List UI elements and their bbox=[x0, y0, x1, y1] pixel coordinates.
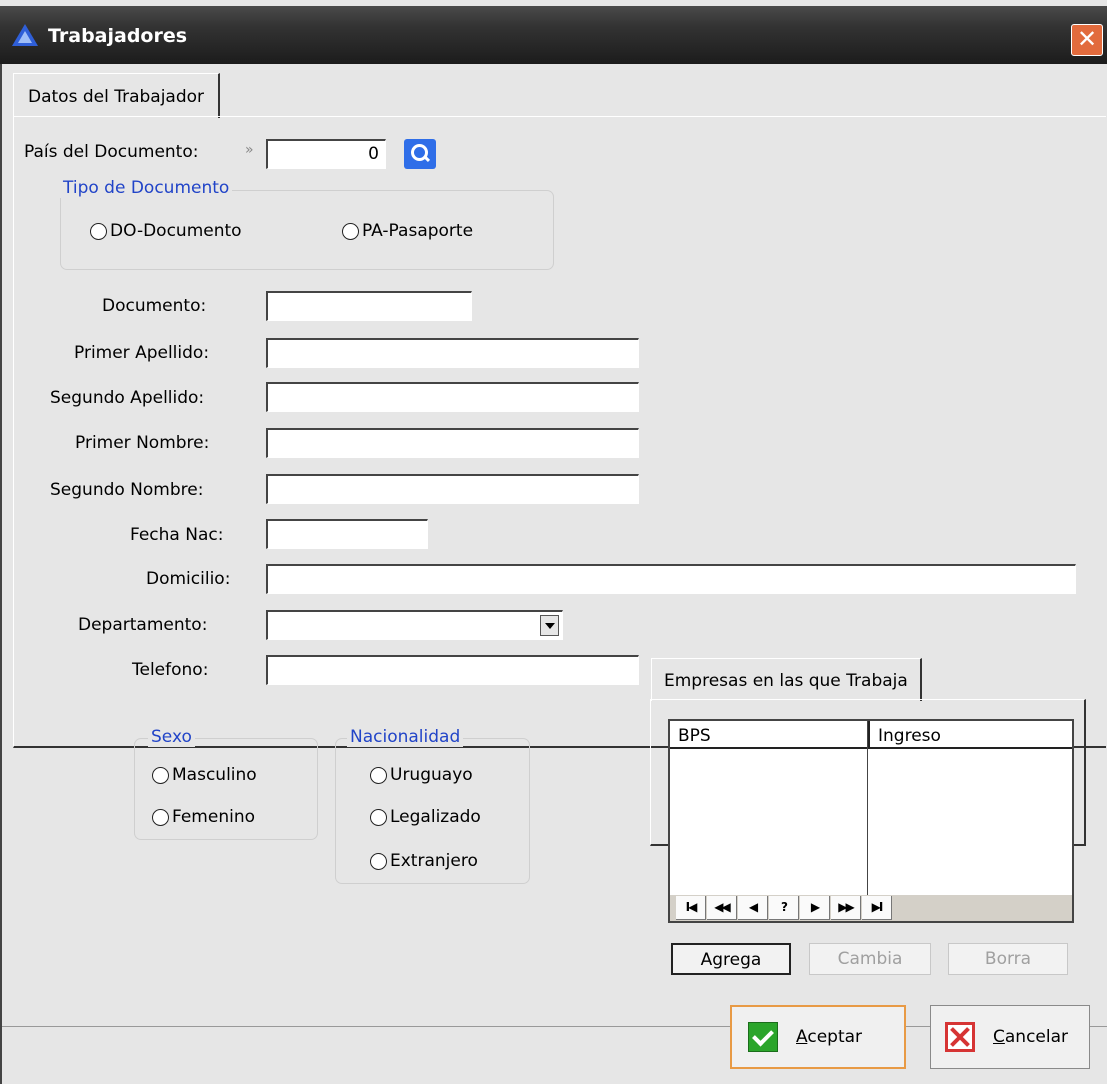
domicilio-label: Domicilio: bbox=[146, 569, 231, 589]
primer-apellido-field[interactable] bbox=[266, 338, 639, 368]
window-left-border bbox=[0, 64, 2, 1084]
close-button[interactable]: ✕ bbox=[1071, 24, 1103, 56]
tab-datos-del-trabajador[interactable]: Datos del Trabajador bbox=[13, 73, 221, 118]
segundo-nombre-field[interactable] bbox=[266, 474, 639, 504]
documento-label: Documento: bbox=[102, 296, 207, 316]
domicilio-field[interactable] bbox=[266, 564, 1076, 594]
radio-circle-icon bbox=[152, 766, 169, 784]
telefono-label: Telefono: bbox=[132, 660, 209, 680]
search-icon[interactable] bbox=[404, 139, 436, 169]
first-record-icon[interactable]: I◀ bbox=[676, 896, 706, 920]
tipo-documento-legend: Tipo de Documento bbox=[60, 178, 233, 198]
aceptar-text: ceptar bbox=[807, 1027, 863, 1047]
radio-label: Femenino bbox=[172, 807, 255, 827]
radio-label: Uruguayo bbox=[390, 765, 473, 785]
aceptar-button[interactable]: Aceptar bbox=[730, 1005, 906, 1069]
radio-masculino[interactable]: Masculino bbox=[152, 765, 257, 785]
app-triangle-icon bbox=[12, 24, 38, 46]
borra-button[interactable]: Borra bbox=[948, 943, 1068, 975]
radio-uruguayo[interactable]: Uruguayo bbox=[370, 765, 473, 785]
radio-circle-icon bbox=[370, 852, 387, 870]
cancel-x-icon bbox=[945, 1022, 975, 1052]
cancelar-button[interactable]: Cancelar bbox=[930, 1005, 1090, 1069]
radio-circle-icon bbox=[152, 808, 169, 826]
departamento-label: Departamento: bbox=[78, 615, 208, 635]
previous-record-icon[interactable]: ◀ bbox=[738, 896, 768, 920]
previous-page-icon[interactable]: ◀◀ bbox=[707, 896, 737, 920]
column-header-bps[interactable]: BPS bbox=[670, 721, 868, 749]
radio-legalizado[interactable]: Legalizado bbox=[370, 807, 481, 827]
cancelar-label: Cancelar bbox=[993, 1027, 1068, 1047]
radio-label: DO-Documento bbox=[110, 221, 242, 241]
agrega-button[interactable]: Agrega bbox=[671, 943, 791, 975]
radio-label: Legalizado bbox=[390, 807, 481, 827]
primer-apellido-label: Primer Apellido: bbox=[74, 343, 210, 363]
segundo-nombre-label: Segundo Nombre: bbox=[50, 480, 204, 500]
next-page-icon[interactable]: ▶▶ bbox=[831, 896, 861, 920]
primer-nombre-field[interactable] bbox=[266, 428, 639, 458]
documento-field[interactable] bbox=[266, 291, 472, 321]
segundo-apellido-label: Segundo Apellido: bbox=[50, 388, 205, 408]
column-header-ingreso[interactable]: Ingreso bbox=[868, 721, 1072, 749]
radio-circle-icon bbox=[342, 222, 359, 240]
telefono-field[interactable] bbox=[266, 655, 639, 685]
last-record-icon[interactable]: ▶I bbox=[862, 896, 892, 920]
segundo-apellido-field[interactable] bbox=[266, 382, 639, 412]
radio-pa-pasaporte[interactable]: PA-Pasaporte bbox=[342, 221, 473, 241]
radio-circle-icon bbox=[90, 222, 107, 240]
nacionalidad-legend: Nacionalidad bbox=[347, 727, 464, 747]
pais-label: País del Documento: bbox=[24, 142, 199, 162]
fecha-nac-label: Fecha Nac: bbox=[130, 525, 224, 545]
aceptar-label: Aceptar bbox=[796, 1027, 862, 1047]
radio-label: Extranjero bbox=[390, 851, 478, 871]
radio-femenino[interactable]: Femenino bbox=[152, 807, 255, 827]
radio-circle-icon bbox=[370, 808, 387, 826]
tab-empresas[interactable]: Empresas en las que Trabaja bbox=[651, 658, 922, 701]
title-bar[interactable]: Trabajadores ✕ bbox=[0, 6, 1107, 64]
radio-label: Masculino bbox=[172, 765, 257, 785]
pais-field[interactable]: 0 bbox=[266, 139, 386, 169]
cambia-button[interactable]: Cambia bbox=[809, 943, 931, 975]
cancelar-text: ancelar bbox=[1004, 1027, 1069, 1047]
chevron-down-icon[interactable] bbox=[540, 615, 559, 636]
sexo-legend: Sexo bbox=[148, 727, 195, 747]
radio-extranjero[interactable]: Extranjero bbox=[370, 851, 478, 871]
radio-label: PA-Pasaporte bbox=[362, 221, 474, 241]
cancelar-mnemonic: C bbox=[993, 1027, 1005, 1047]
aceptar-mnemonic: A bbox=[796, 1027, 808, 1047]
fecha-nac-field[interactable] bbox=[266, 519, 428, 549]
empresas-grid[interactable]: BPS Ingreso I◀ ◀◀ ◀ ? ▶ ▶▶ ▶I bbox=[668, 719, 1074, 923]
radio-do-documento[interactable]: DO-Documento bbox=[90, 221, 242, 241]
grid-navigator: I◀ ◀◀ ◀ ? ▶ ▶▶ ▶I bbox=[670, 895, 1072, 921]
primer-nombre-label: Primer Nombre: bbox=[75, 433, 210, 453]
window-title: Trabajadores bbox=[48, 25, 188, 47]
departamento-select[interactable] bbox=[266, 610, 563, 640]
next-record-icon[interactable]: ▶ bbox=[800, 896, 830, 920]
column-divider bbox=[867, 721, 868, 895]
search-record-icon[interactable]: ? bbox=[769, 896, 799, 920]
trabajadores-window: Trabajadores ✕ Datos del Trabajador País… bbox=[0, 0, 1107, 1084]
check-icon bbox=[748, 1022, 778, 1052]
lookup-marker-icon: » bbox=[245, 142, 254, 158]
radio-circle-icon bbox=[370, 766, 387, 784]
